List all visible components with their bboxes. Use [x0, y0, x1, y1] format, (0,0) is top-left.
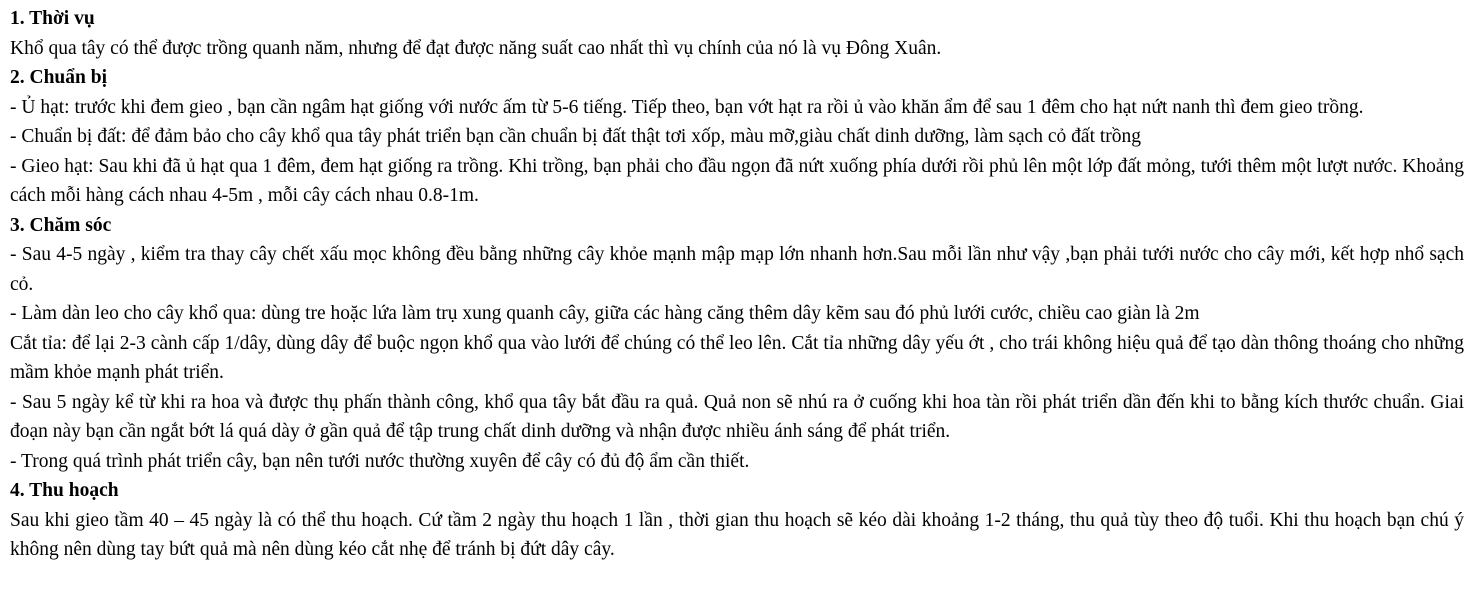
- paragraph-ra-qua: - Sau 5 ngày kể từ khi ra hoa và được th…: [10, 391, 1464, 443]
- paragraph-gieo-hat: - Gieo hạt: Sau khi đã ủ hạt qua 1 đêm, …: [10, 155, 1464, 207]
- section-heading-cham-soc: 3. Chăm sóc: [10, 214, 112, 236]
- paragraph-chuan-bi-dat: - Chuẩn bị đất: để đảm bảo cho cây khổ q…: [10, 126, 1142, 147]
- document-body: 1. Thời vụ Khổ qua tây có thể được trồng…: [10, 4, 1464, 565]
- paragraph-sau-4-5-ngay: - Sau 4-5 ngày , kiểm tra thay cây chết …: [10, 244, 1464, 295]
- paragraph-thu-hoach: Sau khi gieo tầm 40 – 45 ngày là có thể …: [10, 509, 1464, 561]
- section-heading-thu-hoach: 4. Thu hoạch: [10, 480, 119, 501]
- paragraph-lam-dan-leo: - Làm dàn leo cho cây khổ qua: dùng tre …: [10, 303, 1200, 324]
- paragraph-thoi-vu: Khổ qua tây có thể được trồng quanh năm,…: [10, 37, 942, 59]
- paragraph-cat-tia: Cắt tỉa: để lại 2-3 cành cấp 1/dây, dùng…: [10, 332, 1464, 384]
- section-heading-chuan-bi: 2. Chuẩn bị: [10, 67, 108, 88]
- paragraph-tuoi-nuoc: - Trong quá trình phát triển cây, bạn nê…: [10, 450, 750, 472]
- paragraph-u-hat: - Ủ hạt: trước khi đem gieo , bạn cần ng…: [10, 96, 1364, 118]
- section-heading-thoi-vu: 1. Thời vụ: [10, 8, 95, 29]
